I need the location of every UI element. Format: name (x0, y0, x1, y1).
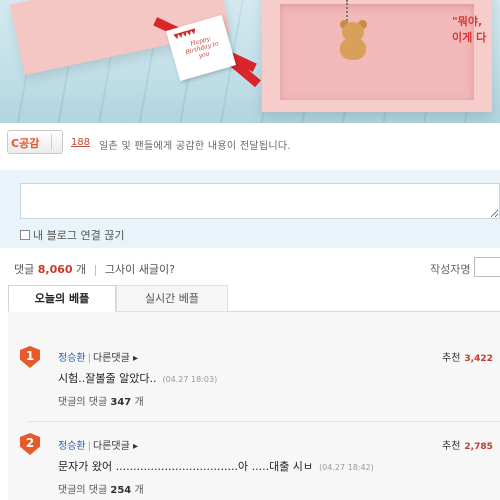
comment-summary: 댓글 8,060 개 | 그사이 새글이? (14, 261, 175, 277)
other-comments-link[interactable]: 다른댓글 ▸ (93, 441, 138, 452)
recommend-label: 추천 (442, 353, 461, 364)
empathy-button[interactable]: C공감 (7, 130, 63, 154)
sub-comments[interactable]: 댓글의 댓글 254 개 (58, 481, 144, 496)
tab-realtime-best[interactable]: 실시간 베플 (116, 285, 228, 312)
banner-quote: "뭐야, 이게 다 (452, 15, 487, 44)
comment-divider (28, 421, 500, 422)
empathy-button-label: C공감 (11, 137, 40, 150)
comment-author[interactable]: 정승환 (58, 441, 86, 452)
phone-strap-chain (346, 0, 358, 24)
recommend-count: 3,422 (464, 354, 493, 364)
blog-unlink-label: 내 블로그 연결 끊기 (33, 229, 125, 242)
rank-number: 2 (25, 436, 35, 450)
comment-text-line: 시험..잘볼줄 알았다.. (04.27 18:03) (58, 370, 217, 386)
gift-box-inside (280, 4, 474, 100)
comment-text: 시험..잘볼줄 알았다.. (58, 372, 157, 385)
rank-badge: 1 (20, 346, 40, 368)
recommend: 추천 2,785 (442, 437, 493, 452)
teddy-bear-charm (336, 20, 370, 60)
recommend-label: 추천 (442, 441, 461, 452)
divider (51, 134, 52, 150)
comments-unit: 개 (76, 263, 87, 276)
comment-text: 문자가 왔어 .................................… (58, 460, 314, 473)
sub-comments[interactable]: 댓글의 댓글 347 개 (58, 393, 144, 408)
new-comments-link[interactable]: 그사이 새글이? (105, 263, 175, 276)
comment-time: (04.27 18:03) (162, 375, 218, 384)
comment-text-line: 문자가 왔어 .................................… (58, 458, 374, 474)
comment-time: (04.27 18:42) (319, 463, 374, 472)
rank-badge: 2 (20, 433, 40, 455)
tab-today-best[interactable]: 오늘의 베플 (8, 285, 116, 312)
author-search-input[interactable] (474, 257, 500, 277)
comment-author-line: 정승환 | 다른댓글 ▸ (58, 353, 138, 364)
empathy-description: 일촌 및 팬들에게 공감한 내용이 전달됩니다. (99, 141, 291, 152)
comment-input[interactable] (20, 183, 500, 219)
recommend: 추천 3,422 (442, 349, 493, 364)
comment-author[interactable]: 정승환 (58, 353, 86, 364)
gift-banner-image: ▼▼▼▼▼ Happy Birthday to you "뭐야, 이게 다 (0, 0, 500, 123)
recommend-count: 2,785 (464, 442, 493, 452)
rank-number: 1 (25, 349, 35, 363)
author-search-label: 작성자명 (430, 263, 471, 276)
other-comments-link[interactable]: 다른댓글 ▸ (93, 353, 138, 364)
comment-author-line: 정승환 | 다른댓글 ▸ (58, 441, 138, 452)
blog-unlink-checkbox[interactable] (20, 230, 30, 240)
blog-unlink-option[interactable]: 내 블로그 연결 끊기 (20, 227, 124, 243)
empathy-count-link[interactable]: 188 (71, 137, 90, 148)
divider: | (93, 263, 98, 276)
comments-label: 댓글 (14, 263, 35, 276)
comments-count: 8,060 (37, 263, 73, 276)
